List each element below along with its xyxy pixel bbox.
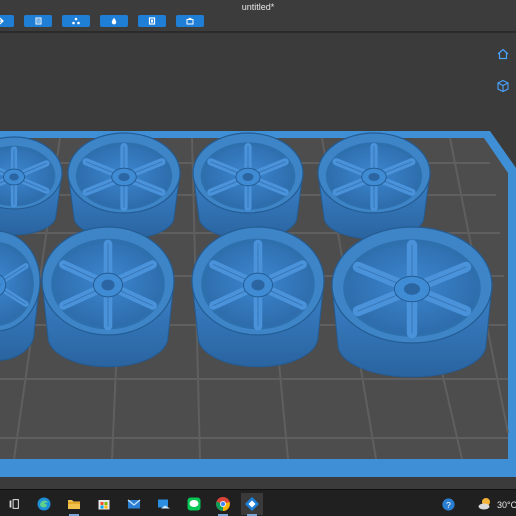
wheel-model[interactable] (67, 132, 181, 240)
square-icon (148, 17, 156, 25)
wheel-model[interactable] (192, 132, 304, 240)
wheel-model[interactable] (41, 226, 175, 368)
toolbar-button-arrow[interactable] (0, 15, 14, 27)
wheel-model[interactable] (191, 226, 325, 368)
edge-icon[interactable] (33, 493, 55, 515)
wheel-model[interactable] (331, 226, 493, 378)
photos-icon[interactable] (153, 493, 175, 515)
3d-viewport[interactable] (0, 33, 516, 489)
store-icon[interactable] (93, 493, 115, 515)
toolbar-button-document[interactable] (24, 15, 52, 27)
weather-icon[interactable] (474, 493, 496, 515)
mail-icon[interactable] (123, 493, 145, 515)
wheel-model[interactable] (317, 132, 431, 240)
app-title-bar: untitled* (0, 0, 516, 32)
window-title: untitled* (241, 2, 275, 12)
help-icon[interactable]: ? (437, 493, 459, 515)
nodes-icon (72, 17, 80, 25)
toolbar-button-square[interactable] (138, 15, 166, 27)
svg-text:?: ? (446, 499, 451, 509)
build-plate-scene (0, 131, 516, 477)
line-icon[interactable] (183, 493, 205, 515)
wheel-model[interactable] (0, 136, 63, 236)
home-icon[interactable] (496, 47, 510, 61)
file-explorer-icon[interactable] (63, 493, 85, 516)
temperature-readout: 30°C (497, 500, 516, 510)
cube-view-icon[interactable] (496, 79, 510, 93)
task-view-icon[interactable] (3, 493, 25, 515)
arrow-icon (0, 17, 4, 25)
document-icon (35, 17, 42, 25)
toolbar-button-drop[interactable] (100, 15, 128, 27)
slicer-app-icon[interactable] (241, 493, 263, 516)
windows-taskbar: ? 30°C (0, 489, 516, 516)
toolbar-button-nodes[interactable] (62, 15, 90, 27)
toolbar-button-briefcase[interactable] (176, 15, 204, 27)
chrome-icon[interactable] (212, 493, 234, 516)
briefcase-icon (186, 17, 194, 25)
drop-icon (111, 17, 117, 25)
wheel-models[interactable] (0, 132, 493, 378)
